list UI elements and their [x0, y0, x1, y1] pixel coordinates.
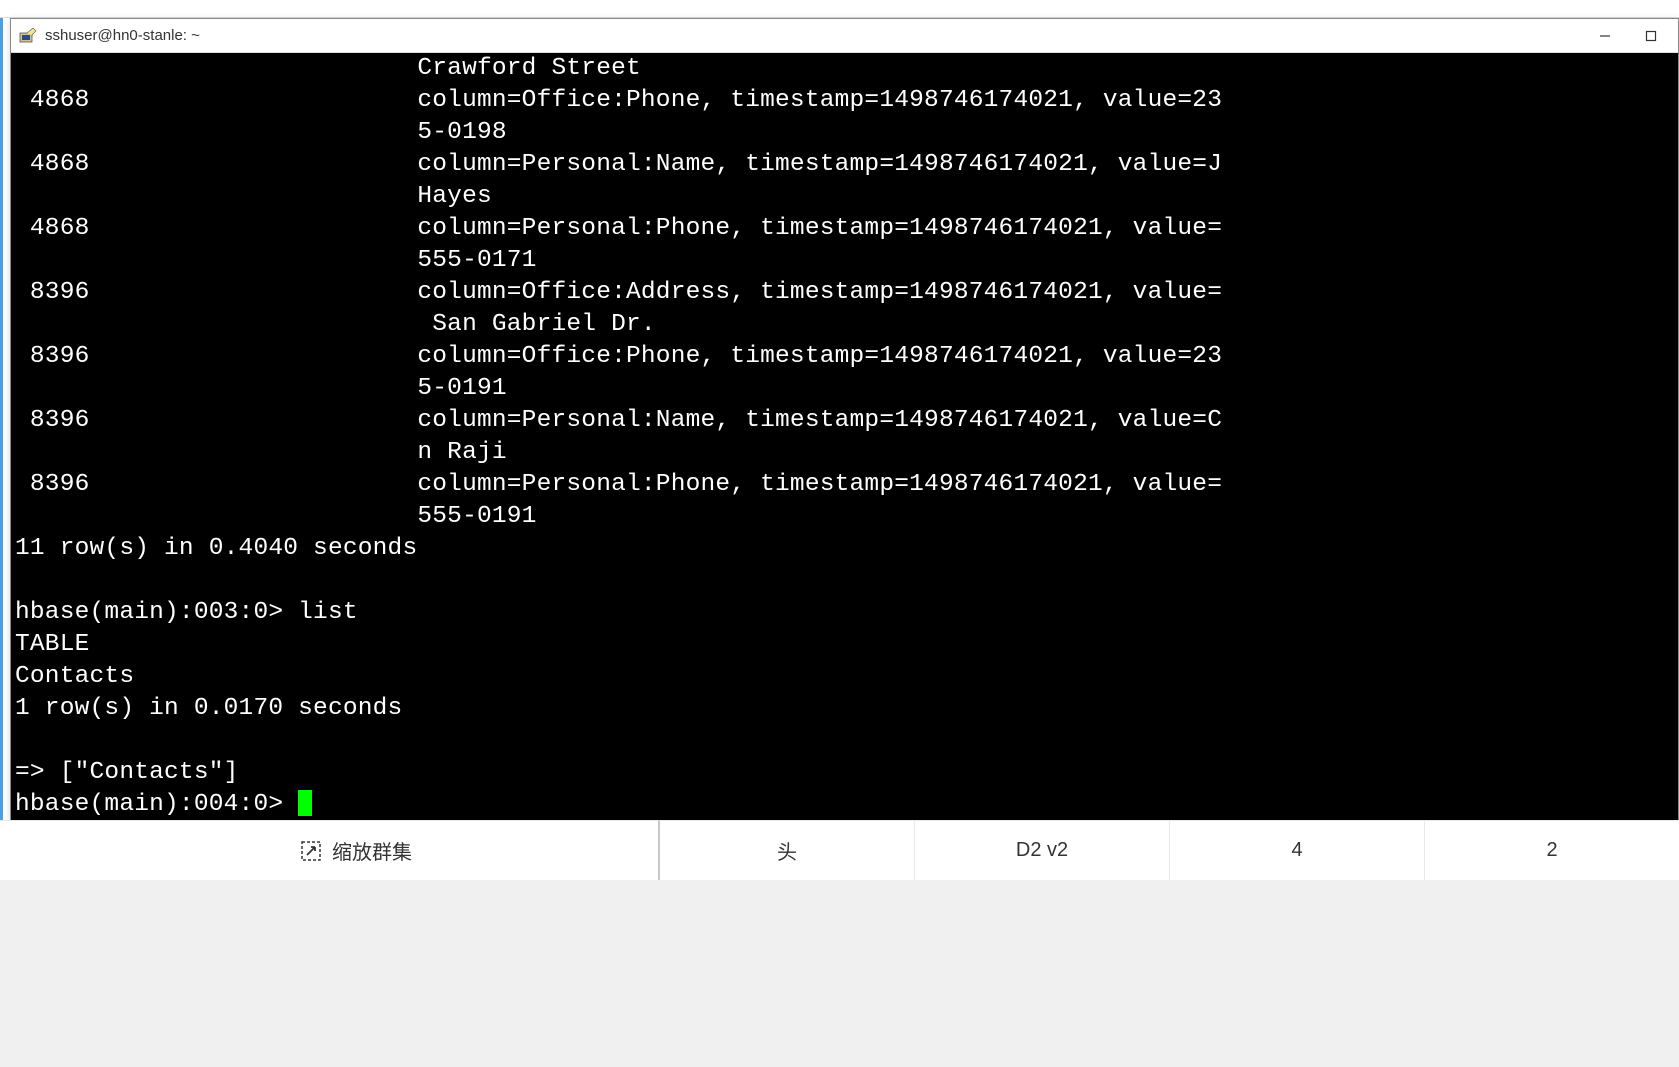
terminal-line: 555-0171 [15, 247, 537, 274]
terminal-line: San Gabriel Dr. [15, 311, 656, 338]
bottom-panel: 缩放群集 头 D2 v2 4 2 [0, 820, 1679, 880]
terminal-line: 8396 column=Office:Phone, timestamp=1498… [15, 343, 1222, 370]
terminal-line: 5-0191 [15, 375, 507, 402]
minimize-button[interactable] [1582, 20, 1628, 52]
scale-icon [300, 840, 322, 862]
bottom-left-panel: 缩放群集 [0, 820, 660, 880]
background-toolbar [0, 0, 1679, 18]
scale-cluster-label: 缩放群集 [332, 836, 412, 865]
terminal-line: Hayes [15, 183, 492, 210]
window-controls [1582, 20, 1674, 52]
table-header-cell[interactable]: D2 v2 [915, 821, 1170, 880]
terminal-line: 555-0191 [15, 503, 537, 530]
terminal-line: 5-0198 [15, 119, 507, 146]
terminal-line: 4868 column=Personal:Phone, timestamp=14… [15, 215, 1222, 242]
terminal-line: Crawford Street [15, 55, 641, 82]
table-header-cell[interactable]: 头 [660, 821, 915, 880]
terminal-line: 4868 column=Office:Phone, timestamp=1498… [15, 87, 1222, 114]
terminal-line: hbase(main):003:0> list [15, 599, 358, 626]
bottom-table: 头 D2 v2 4 2 [660, 820, 1679, 880]
title-bar: sshuser@hn0-stanle: ~ [11, 19, 1678, 53]
terminal-line: 4868 column=Personal:Name, timestamp=149… [15, 151, 1222, 178]
terminal-line: TABLE [15, 631, 90, 658]
cursor-block [298, 790, 312, 816]
terminal-line: n Raji [15, 439, 507, 466]
table-header-cell[interactable]: 2 [1425, 821, 1679, 880]
window-title: sshuser@hn0-stanle: ~ [45, 27, 1582, 44]
terminal-line: => ["Contacts"] [15, 759, 239, 786]
terminal-line: 11 row(s) in 0.4040 seconds [15, 535, 417, 562]
terminal-line: 8396 column=Office:Address, timestamp=14… [15, 279, 1222, 306]
terminal-line: 1 row(s) in 0.0170 seconds [15, 695, 402, 722]
scale-cluster-item[interactable]: 缩放群集 [300, 836, 412, 865]
terminal-prompt: hbase(main):004:0> [15, 791, 298, 818]
terminal-line: Contacts [15, 663, 134, 690]
terminal-output[interactable]: Crawford Street 4868 column=Office:Phone… [11, 53, 1678, 821]
terminal-line: 8396 column=Personal:Name, timestamp=149… [15, 407, 1222, 434]
left-edge-decoration [0, 18, 10, 820]
table-header-cell[interactable]: 4 [1170, 821, 1425, 880]
maximize-button[interactable] [1628, 20, 1674, 52]
terminal-window: sshuser@hn0-stanle: ~ Crawford Street 48… [10, 18, 1679, 822]
putty-icon [19, 27, 37, 45]
terminal-line: 8396 column=Personal:Phone, timestamp=14… [15, 471, 1222, 498]
